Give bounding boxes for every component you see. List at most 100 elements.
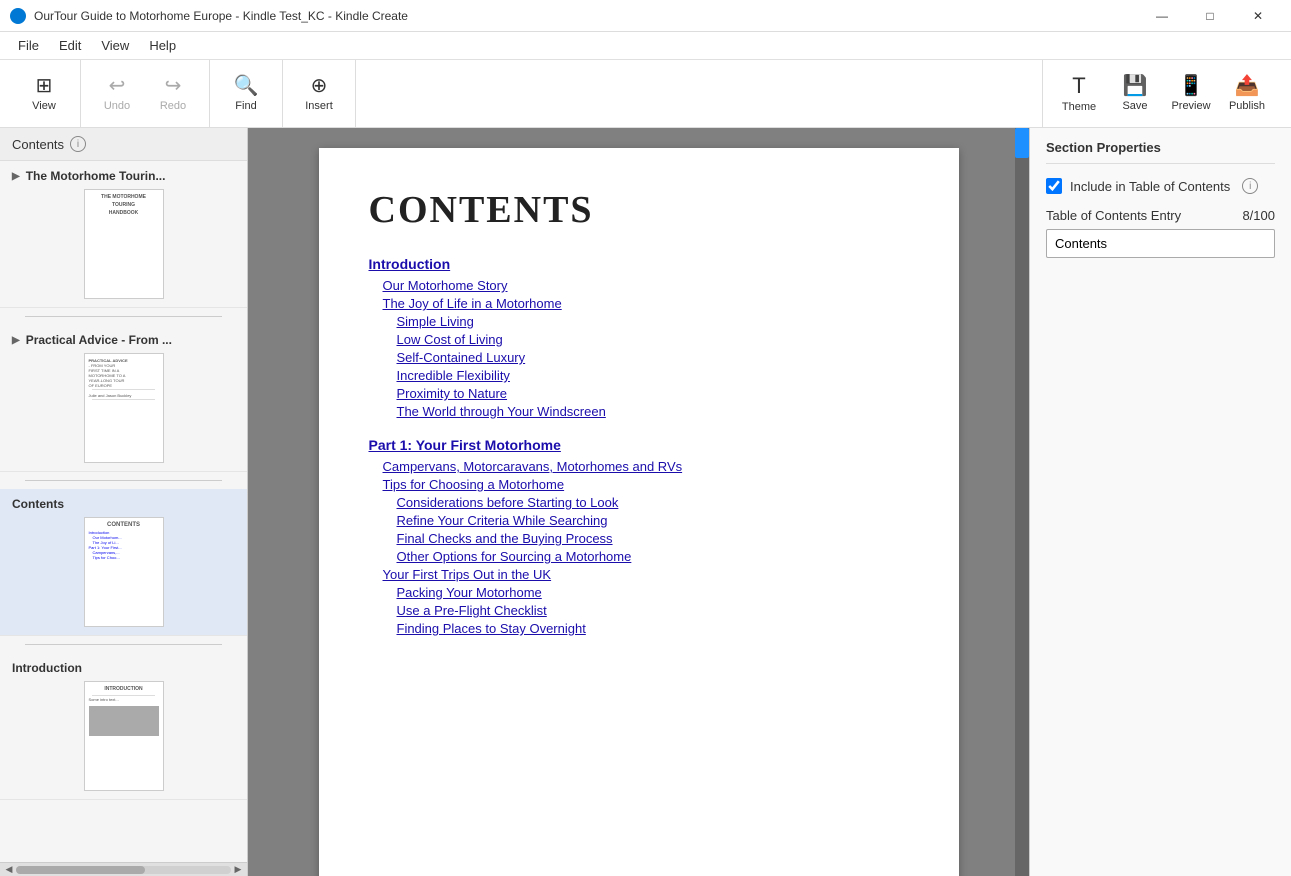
toc-link-tips-choosing[interactable]: Tips for Choosing a Motorhome bbox=[369, 477, 909, 492]
toolbar-group-undoredo: ↩ Undo ↪ Redo bbox=[81, 60, 210, 127]
theme-icon: T bbox=[1072, 75, 1085, 97]
scroll-left-arrow[interactable]: ◀ bbox=[2, 864, 16, 875]
section-divider-3 bbox=[25, 644, 223, 645]
redo-label: Redo bbox=[160, 100, 186, 112]
redo-button[interactable]: ↪ Redo bbox=[145, 64, 201, 124]
center-panel: CONTENTS Introduction Our Motorhome Stor… bbox=[248, 128, 1029, 876]
toc-link-other-options[interactable]: Other Options for Sourcing a Motorhome bbox=[369, 549, 909, 564]
toolbar-group-right: T Theme 💾 Save 📱 Preview 📤 Publish bbox=[1042, 60, 1283, 127]
save-button[interactable]: 💾 Save bbox=[1107, 64, 1163, 124]
maximize-button[interactable]: □ bbox=[1187, 0, 1233, 32]
toc-link-packing[interactable]: Packing Your Motorhome bbox=[369, 585, 909, 600]
thumbnail-contents: CONTENTS Introduction Our Motorhom... Th… bbox=[84, 517, 164, 627]
menu-help[interactable]: Help bbox=[139, 34, 186, 57]
save-icon: 💾 bbox=[1123, 76, 1148, 96]
section-item-header-contents: Contents bbox=[12, 497, 235, 511]
left-panel-header: Contents i bbox=[0, 128, 247, 161]
toolbar-group-view: ⊞ View bbox=[8, 60, 81, 127]
toc-link-refine-criteria[interactable]: Refine Your Criteria While Searching bbox=[369, 513, 909, 528]
toc-link-world-windscreen[interactable]: The World through Your Windscreen bbox=[369, 404, 909, 419]
introduction-label: Introduction bbox=[12, 661, 82, 675]
publish-button[interactable]: 📤 Publish bbox=[1219, 64, 1275, 124]
h-scroll-track bbox=[16, 866, 231, 874]
menu-file[interactable]: File bbox=[8, 34, 49, 57]
toc-link-campervans[interactable]: Campervans, Motorcaravans, Motorhomes an… bbox=[369, 459, 909, 474]
menu-edit[interactable]: Edit bbox=[49, 34, 91, 57]
book-page: CONTENTS Introduction Our Motorhome Stor… bbox=[319, 148, 959, 876]
view-label: View bbox=[32, 100, 56, 112]
scroll-indicator[interactable] bbox=[1015, 128, 1029, 876]
scroll-thumb bbox=[1015, 128, 1029, 158]
toc-link-proximity-nature[interactable]: Proximity to Nature bbox=[369, 386, 909, 401]
collapse-arrow: ▶ bbox=[12, 171, 20, 182]
view-icon: ⊞ bbox=[36, 76, 53, 96]
toc-entry-input[interactable] bbox=[1046, 229, 1275, 258]
insert-label: Insert bbox=[305, 100, 333, 112]
view-button[interactable]: ⊞ View bbox=[16, 64, 72, 124]
section-item-contents[interactable]: Contents CONTENTS Introduction Our Motor… bbox=[0, 489, 247, 636]
toc-entry-counter: 8/100 bbox=[1242, 208, 1275, 223]
save-label: Save bbox=[1122, 100, 1147, 112]
menu-view[interactable]: View bbox=[91, 34, 139, 57]
thumbnail-motorhome-touring: THE MOTORHOME TOURING HANDBOOK bbox=[84, 189, 164, 299]
toc-link-self-contained[interactable]: Self-Contained Luxury bbox=[369, 350, 909, 365]
section-item-header-intro: Introduction bbox=[12, 661, 235, 675]
toc-introduction-heading[interactable]: Introduction bbox=[369, 256, 909, 272]
undo-icon: ↩ bbox=[109, 76, 126, 96]
insert-button[interactable]: ⊕ Insert bbox=[291, 64, 347, 124]
h-scrollbar[interactable]: ◀ ▶ bbox=[0, 862, 247, 876]
toc-link-motorhome-story[interactable]: Our Motorhome Story bbox=[369, 278, 909, 293]
find-button[interactable]: 🔍 Find bbox=[218, 64, 274, 124]
theme-button[interactable]: T Theme bbox=[1051, 64, 1107, 124]
section-divider-1 bbox=[25, 316, 223, 317]
toc-link-low-cost[interactable]: Low Cost of Living bbox=[369, 332, 909, 347]
app-icon bbox=[10, 8, 26, 24]
toc-link-simple-living[interactable]: Simple Living bbox=[369, 314, 909, 329]
section-item-introduction[interactable]: Introduction INTRODUCTION Some intro tex… bbox=[0, 653, 247, 800]
window-controls: — □ ✕ bbox=[1139, 0, 1281, 32]
practical-advice-label: Practical Advice - From ... bbox=[26, 333, 172, 347]
collapse-arrow-practical: ▶ bbox=[12, 335, 20, 346]
toc-link-incredible-flexibility[interactable]: Incredible Flexibility bbox=[369, 368, 909, 383]
scroll-right-arrow[interactable]: ▶ bbox=[231, 864, 245, 875]
toc-link-final-checks[interactable]: Final Checks and the Buying Process bbox=[369, 531, 909, 546]
main-layout: Contents i ▶ The Motorhome Tourin... THE… bbox=[0, 128, 1291, 876]
section-item-motorhome-touring[interactable]: ▶ The Motorhome Tourin... THE MOTORHOME … bbox=[0, 161, 247, 308]
find-label: Find bbox=[235, 100, 256, 112]
panel-scroll[interactable]: ▶ The Motorhome Tourin... THE MOTORHOME … bbox=[0, 161, 247, 862]
include-toc-label[interactable]: Include in Table of Contents bbox=[1070, 179, 1230, 194]
include-toc-info-icon[interactable]: i bbox=[1242, 178, 1258, 194]
page-container[interactable]: CONTENTS Introduction Our Motorhome Stor… bbox=[248, 128, 1029, 876]
section-item-header-practical: ▶ Practical Advice - From ... bbox=[12, 333, 235, 347]
preview-icon: 📱 bbox=[1179, 76, 1204, 96]
publish-icon: 📤 bbox=[1235, 76, 1260, 96]
theme-label: Theme bbox=[1062, 101, 1096, 113]
toc-link-joy-of-life[interactable]: The Joy of Life in a Motorhome bbox=[369, 296, 909, 311]
toc-link-considerations[interactable]: Considerations before Starting to Look bbox=[369, 495, 909, 510]
publish-label: Publish bbox=[1229, 100, 1265, 112]
menu-bar: File Edit View Help bbox=[0, 32, 1291, 60]
thumbnail-practical-advice: PRACTICAL ADVICE - FROM YOUR FIRST TIME … bbox=[84, 353, 164, 463]
find-icon: 🔍 bbox=[234, 76, 259, 96]
minimize-button[interactable]: — bbox=[1139, 0, 1185, 32]
toc-part1-heading[interactable]: Part 1: Your First Motorhome bbox=[369, 437, 909, 453]
toolbar-group-insert: ⊕ Insert bbox=[283, 60, 356, 127]
close-button[interactable]: ✕ bbox=[1235, 0, 1281, 32]
section-item-practical-advice[interactable]: ▶ Practical Advice - From ... PRACTICAL … bbox=[0, 325, 247, 472]
undo-label: Undo bbox=[104, 100, 130, 112]
contents-info-icon[interactable]: i bbox=[70, 136, 86, 152]
toc-link-preflight[interactable]: Use a Pre-Flight Checklist bbox=[369, 603, 909, 618]
preview-button[interactable]: 📱 Preview bbox=[1163, 64, 1219, 124]
undo-button[interactable]: ↩ Undo bbox=[89, 64, 145, 124]
toc-link-finding-places[interactable]: Finding Places to Stay Overnight bbox=[369, 621, 909, 636]
title-bar: OurTour Guide to Motorhome Europe - Kind… bbox=[0, 0, 1291, 32]
contents-label: Contents bbox=[12, 137, 64, 152]
h-scroll-thumb bbox=[16, 866, 145, 874]
toc-entry-label-row: Table of Contents Entry 8/100 bbox=[1046, 208, 1275, 223]
insert-icon: ⊕ bbox=[311, 76, 328, 96]
section-properties-title: Section Properties bbox=[1046, 140, 1275, 164]
right-panel: Section Properties Include in Table of C… bbox=[1029, 128, 1291, 876]
toc-link-first-trips[interactable]: Your First Trips Out in the UK bbox=[369, 567, 909, 582]
include-toc-checkbox[interactable] bbox=[1046, 178, 1062, 194]
section-item-header: ▶ The Motorhome Tourin... bbox=[12, 169, 235, 183]
